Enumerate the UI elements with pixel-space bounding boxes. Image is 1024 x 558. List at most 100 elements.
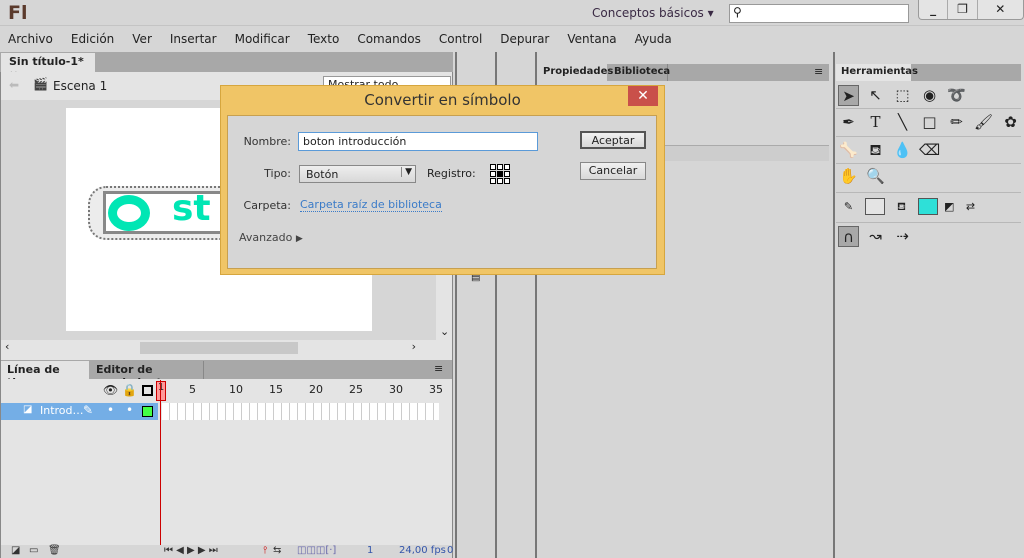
horizontal-scroll-thumb[interactable] (140, 342, 298, 354)
menu-control[interactable]: Control (439, 32, 482, 46)
search-input[interactable]: ⚲ (729, 4, 909, 23)
panel-menu-icon[interactable]: ≡ (434, 362, 443, 375)
new-folder-icon[interactable]: ▭ (29, 545, 38, 556)
divider (836, 192, 1021, 193)
pen-tool-icon[interactable]: ✒ (838, 112, 859, 133)
frame-rate[interactable]: 24,00 fps (399, 545, 446, 556)
lasso-tool-icon[interactable]: ➰ (946, 85, 967, 106)
default-colors-icon[interactable]: ◩ (944, 196, 954, 217)
frame-number: 15 (269, 383, 283, 396)
menu-archivo[interactable]: Archivo (8, 32, 53, 46)
zoom-tool-icon[interactable]: 🔍 (865, 166, 886, 187)
back-arrow-icon[interactable]: ⬅ (9, 78, 19, 92)
advanced-toggle[interactable]: Avanzado ▶ (239, 231, 303, 244)
tab-properties[interactable]: Propiedades (537, 64, 613, 81)
deco-tool-icon[interactable]: ✿ (1000, 112, 1021, 133)
brush-tool-icon[interactable]: 🖌 (973, 112, 994, 133)
smooth-icon[interactable]: ↝ (865, 226, 886, 247)
stroke-color-swatch[interactable] (865, 198, 885, 215)
straighten-icon[interactable]: ⇢ (892, 226, 913, 247)
document-tab-label: Sin título-1* (9, 55, 84, 68)
tab-tools[interactable]: Herramientas (836, 64, 918, 81)
swap-colors-icon[interactable]: ⇄ (960, 196, 981, 217)
menu-modificar[interactable]: Modificar (235, 32, 290, 46)
scroll-left-icon[interactable]: ‹ (5, 340, 9, 353)
chevron-down-icon: ▼ (401, 167, 412, 177)
frame-number: 30 (389, 383, 403, 396)
cancel-button[interactable]: Cancelar (580, 162, 646, 180)
reg-point[interactable] (490, 178, 496, 184)
new-layer-icon[interactable]: ◪ (11, 545, 20, 556)
fill-color-swatch[interactable] (918, 198, 938, 215)
tab-library[interactable]: Biblioteca (608, 64, 670, 81)
eyedropper-tool-icon[interactable]: 💧 (892, 140, 913, 161)
text-tool-icon[interactable]: T (865, 112, 886, 133)
workspace-dropdown[interactable]: Conceptos básicos ▾ (592, 6, 714, 20)
ok-button[interactable]: Aceptar (580, 131, 646, 149)
name-input[interactable]: boton introducción (298, 132, 538, 151)
fill-color-icon: ⛾ (897, 200, 906, 213)
eraser-tool-icon[interactable]: ⌫ (919, 140, 940, 161)
menu-bar: Archivo Edición Ver Insertar Modificar T… (0, 27, 1024, 50)
visibility-dot[interactable]: • (107, 403, 114, 417)
registration-grid[interactable] (490, 164, 510, 184)
tab-motion-editor[interactable]: Editor de movimiento (90, 361, 204, 389)
minimize-button[interactable]: _ (919, 0, 949, 19)
delete-icon[interactable]: 🗑 (48, 545, 61, 556)
snap-to-objects-icon[interactable]: ∩ (838, 226, 859, 247)
playback-controls-icon[interactable]: ⏮ ◀ ▶ ▶ ⏭ (164, 545, 218, 556)
reg-point[interactable] (497, 164, 503, 170)
reg-point[interactable] (504, 171, 510, 177)
reg-point-selected[interactable] (497, 171, 503, 177)
folder-label: Carpeta: (243, 199, 291, 212)
divider (836, 163, 1021, 164)
reg-point[interactable] (504, 164, 510, 170)
hand-tool-icon[interactable]: ✋ (838, 166, 859, 187)
type-label: Tipo: (264, 167, 291, 180)
menu-depurar[interactable]: Depurar (500, 32, 549, 46)
lock-dot[interactable]: • (126, 403, 133, 417)
layer-row[interactable]: ◪ Introd… ✎ • • (1, 403, 158, 420)
outline-icon[interactable] (142, 385, 153, 396)
folder-link[interactable]: Carpeta raíz de biblioteca (300, 198, 442, 212)
menu-ayuda[interactable]: Ayuda (635, 32, 672, 46)
menu-insertar[interactable]: Insertar (170, 32, 217, 46)
layer-name: Introd… (40, 404, 84, 417)
center-frame-icon[interactable]: ⫯ (263, 545, 267, 556)
layer-color-swatch[interactable] (142, 406, 153, 417)
scroll-down-icon[interactable]: ⌄ (440, 325, 449, 338)
loop-icon[interactable]: ⇆ (273, 545, 281, 556)
menu-ventana[interactable]: Ventana (567, 32, 616, 46)
3d-rotation-tool-icon[interactable]: ◉ (919, 85, 940, 106)
scroll-right-icon[interactable]: › (412, 340, 416, 353)
document-tab[interactable]: Sin título-1* × (1, 53, 95, 81)
close-window-button[interactable]: ✕ (978, 0, 1023, 19)
menu-comandos[interactable]: Comandos (357, 32, 421, 46)
selection-tool-icon[interactable]: ➤ (838, 85, 859, 106)
restore-button[interactable]: ❐ (948, 0, 978, 19)
frame-cells[interactable] (162, 403, 439, 420)
onion-skin-icons[interactable]: ◫◫◫[·] (297, 545, 336, 556)
line-tool-icon[interactable]: ╲ (892, 112, 913, 133)
tab-timeline[interactable]: Línea de tiempo (1, 361, 89, 389)
type-select[interactable]: Botón ▼ (299, 165, 416, 183)
reg-point[interactable] (490, 164, 496, 170)
bone-tool-icon[interactable]: 🦴 (838, 140, 859, 161)
subselection-tool-icon[interactable]: ↖ (865, 85, 886, 106)
current-frame: 1 (367, 545, 374, 556)
menu-edicion[interactable]: Edición (71, 32, 114, 46)
reg-point[interactable] (504, 178, 510, 184)
eye-icon[interactable]: 👁 (103, 383, 118, 397)
dialog-close-button[interactable]: ✕ (628, 86, 658, 106)
playhead-handle[interactable]: 1 (156, 381, 166, 401)
menu-ver[interactable]: Ver (132, 32, 152, 46)
menu-texto[interactable]: Texto (308, 32, 340, 46)
rectangle-tool-icon[interactable]: □ (919, 112, 940, 133)
free-transform-tool-icon[interactable]: ⬚ (892, 85, 913, 106)
panel-menu-icon[interactable]: ≡ (814, 65, 823, 78)
lock-icon[interactable]: 🔒 (122, 383, 137, 397)
pencil-tool-icon[interactable]: ✏ (946, 112, 967, 133)
reg-point[interactable] (490, 171, 496, 177)
reg-point[interactable] (497, 178, 503, 184)
paint-bucket-tool-icon[interactable]: ⛾ (865, 140, 886, 161)
